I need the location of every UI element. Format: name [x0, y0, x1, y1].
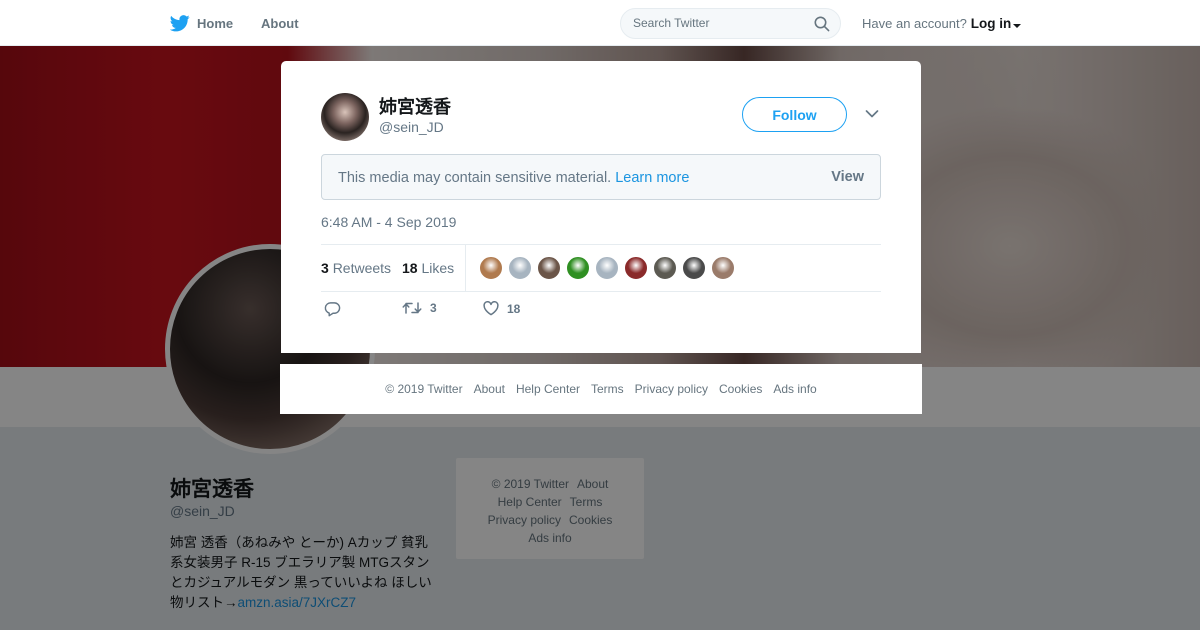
- author-name[interactable]: 姉宮透香: [379, 93, 451, 119]
- search-icon[interactable]: [814, 16, 830, 32]
- login-link[interactable]: Log in: [971, 16, 1022, 31]
- like-action-count: 18: [507, 301, 521, 316]
- author-handle[interactable]: @sein_JD: [379, 119, 444, 135]
- about-link[interactable]: About: [261, 0, 299, 46]
- tweet-modal: 姉宮透香 @sein_JD Follow This media may cont…: [281, 61, 921, 353]
- liker-avatars: [479, 256, 735, 280]
- like-count: 18: [402, 260, 418, 276]
- retweet-count: 3: [321, 260, 329, 276]
- top-navigation: Home About Have an account? Log in: [0, 0, 1200, 46]
- footer-ads[interactable]: Ads info: [773, 382, 816, 396]
- footer-about[interactable]: About: [474, 382, 505, 396]
- close-icon[interactable]: [1154, 12, 1178, 36]
- view-button[interactable]: View: [831, 169, 864, 185]
- liker-avatar[interactable]: [595, 256, 619, 280]
- footer-terms[interactable]: Terms: [591, 382, 624, 396]
- follow-button[interactable]: Follow: [742, 97, 847, 132]
- stats-divider: [465, 245, 466, 292]
- caret-down-icon: [1013, 23, 1022, 28]
- retweet-stat[interactable]: 3 Retweets: [321, 260, 391, 276]
- like-stat[interactable]: 18 Likes: [402, 260, 454, 276]
- sensitive-text-line: This media may contain sensitive materia…: [338, 170, 689, 186]
- sensitive-text: This media may contain sensitive materia…: [338, 170, 612, 186]
- like-label: Likes: [421, 260, 455, 276]
- learn-more-link[interactable]: Learn more: [615, 170, 689, 186]
- tweet-timestamp[interactable]: 6:48 AM - 4 Sep 2019: [321, 214, 456, 230]
- liker-avatar[interactable]: [508, 256, 532, 280]
- liker-avatar[interactable]: [566, 256, 590, 280]
- footer-help[interactable]: Help Center: [516, 382, 580, 396]
- author-avatar[interactable]: [321, 93, 369, 141]
- retweet-action-count: 3: [430, 301, 437, 315]
- tweet-stats: 3 Retweets 18 Likes: [321, 244, 881, 292]
- like-button[interactable]: 18: [483, 301, 520, 316]
- liker-avatar[interactable]: [537, 256, 561, 280]
- tweet-actions: 3 18: [321, 301, 621, 325]
- retweet-button[interactable]: 3: [402, 301, 437, 315]
- home-link[interactable]: Home: [170, 0, 233, 46]
- liker-avatar[interactable]: [653, 256, 677, 280]
- liker-avatar[interactable]: [479, 256, 503, 280]
- footer-copyright: © 2019 Twitter: [385, 382, 463, 396]
- footer-cookies[interactable]: Cookies: [719, 382, 762, 396]
- reply-icon: [324, 302, 341, 317]
- home-label: Home: [197, 15, 234, 31]
- chevron-down-icon[interactable]: [865, 109, 879, 119]
- reply-button[interactable]: [324, 301, 341, 317]
- account-prompt: Have an account?: [862, 15, 967, 31]
- footer-privacy[interactable]: Privacy policy: [635, 382, 708, 396]
- retweet-icon: [402, 302, 422, 314]
- account-area: Have an account? Log in: [862, 0, 1022, 46]
- login-label: Log in: [970, 15, 1012, 31]
- twitter-bird-icon: [170, 14, 190, 31]
- sensitive-media-warning: This media may contain sensitive materia…: [321, 154, 881, 200]
- heart-icon: [483, 301, 499, 316]
- liker-avatar[interactable]: [624, 256, 648, 280]
- retweet-label: Retweets: [332, 260, 392, 276]
- modal-footer: © 2019 Twitter About Help Center Terms P…: [280, 364, 922, 414]
- liker-avatar[interactable]: [711, 256, 735, 280]
- search-box: [620, 8, 841, 39]
- search-input[interactable]: [633, 16, 813, 30]
- liker-avatar[interactable]: [682, 256, 706, 280]
